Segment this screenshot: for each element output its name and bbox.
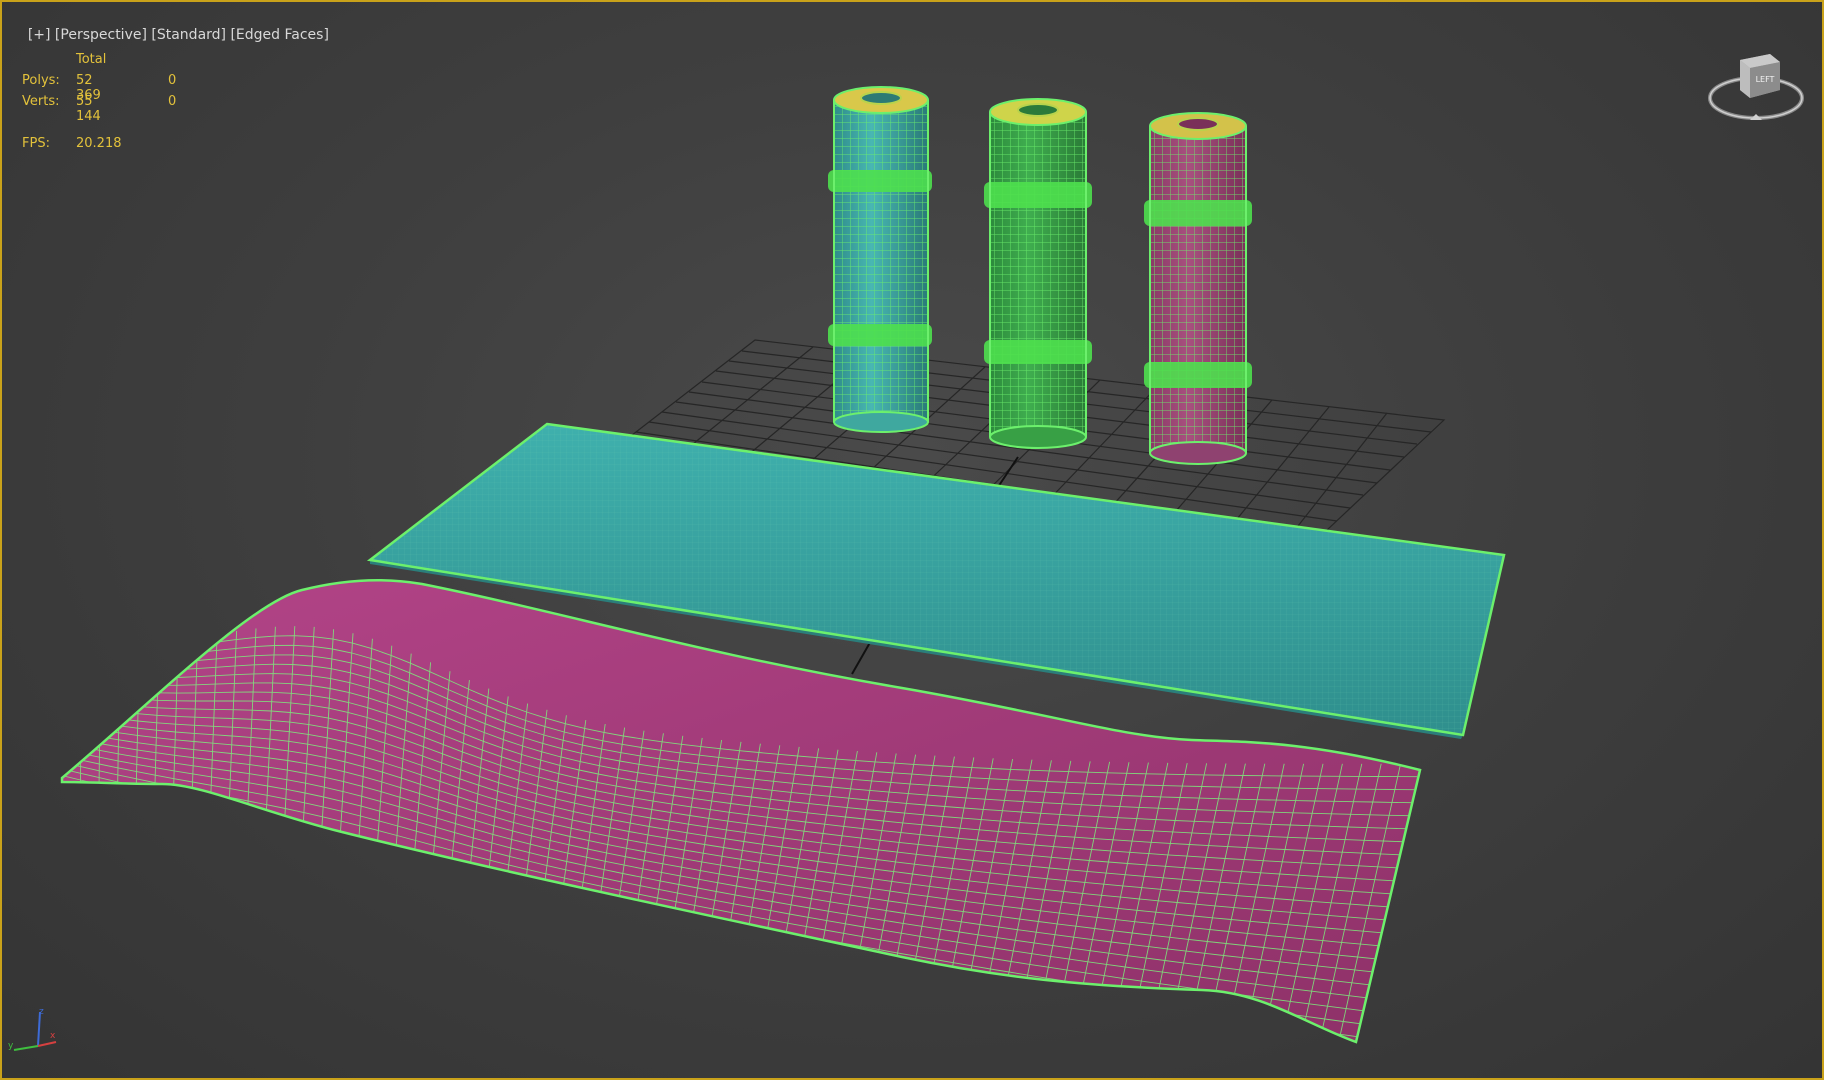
stats-polys-label: Polys:	[22, 73, 60, 88]
viewcube[interactable]: LEFT	[1704, 46, 1808, 126]
stats-total-header: Total	[76, 52, 107, 67]
scene-canvas[interactable]	[2, 2, 1824, 1080]
stats-fps-label: FPS:	[22, 136, 50, 151]
cylinder-green[interactable]	[984, 98, 1092, 449]
axis-tripod: z x y	[8, 1007, 57, 1051]
stats-verts-selected: 0	[168, 94, 177, 109]
viewport-label-menu: [+] [Perspective] [Standard] [Edged Face…	[10, 11, 329, 59]
stats-verts-total: 55 144	[76, 94, 101, 124]
axis-x-label: x	[50, 1031, 56, 1041]
axis-x-line	[37, 1041, 57, 1047]
axis-y-label: y	[8, 1041, 14, 1051]
cylinder-teal[interactable]	[828, 86, 932, 433]
stats-fps-value: 20.218	[76, 136, 122, 151]
viewport-shading-menu[interactable]: [Standard]	[151, 27, 226, 43]
viewport-plus-menu[interactable]: [+]	[28, 27, 51, 43]
stats-verts-label: Verts:	[22, 94, 60, 109]
stats-polys-selected: 0	[168, 73, 177, 88]
viewport-point-of-view-menu[interactable]: [Perspective]	[55, 27, 147, 43]
axis-z-label: z	[39, 1007, 44, 1017]
axis-z-line	[37, 1011, 41, 1047]
axis-y-line	[13, 1045, 39, 1051]
cylinder-pink[interactable]	[1144, 112, 1252, 465]
perspective-viewport[interactable]: [+] [Perspective] [Standard] [Edged Face…	[0, 0, 1824, 1080]
viewcube-face-label: LEFT	[1756, 75, 1775, 84]
viewport-edged-faces-menu[interactable]: [Edged Faces]	[230, 27, 328, 43]
